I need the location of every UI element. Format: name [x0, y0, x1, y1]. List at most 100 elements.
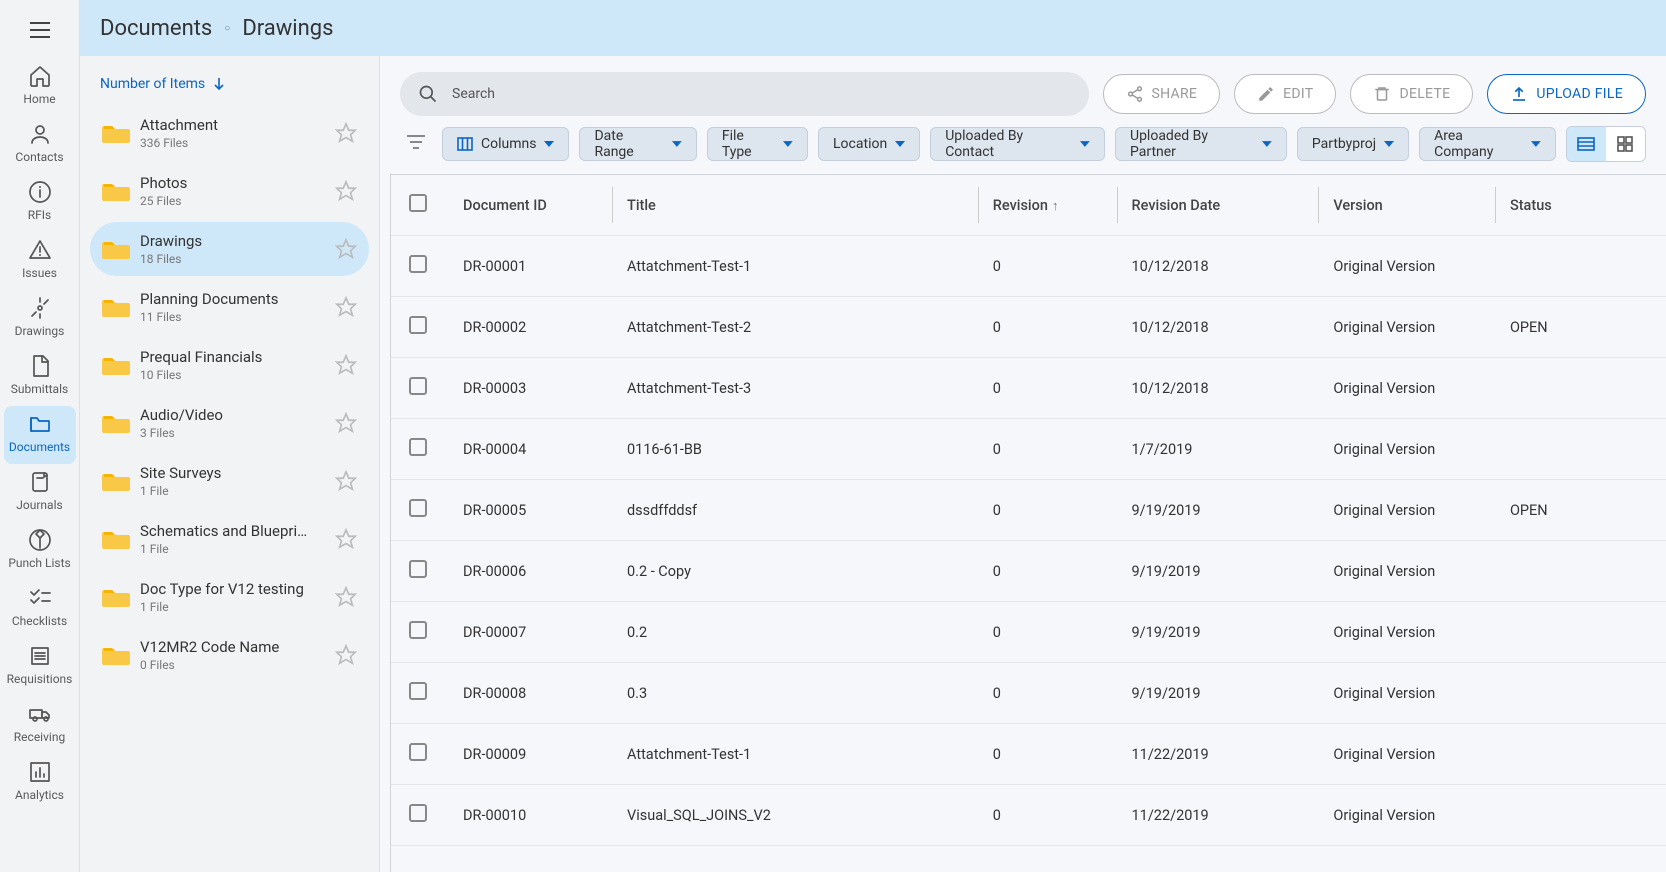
folder-icon — [102, 123, 130, 143]
rail-item-requisitions[interactable]: Requisitions — [4, 638, 76, 696]
star-icon[interactable] — [335, 644, 357, 666]
folder-name: Doc Type for V12 testing — [140, 580, 335, 598]
share-button[interactable]: SHARE — [1103, 74, 1221, 114]
row-checkbox[interactable] — [409, 804, 427, 822]
table-row[interactable]: DR-000070.209/19/2019Original VersionPDF — [391, 602, 1666, 663]
edit-button[interactable]: EDIT — [1234, 74, 1336, 114]
compass-icon — [28, 296, 52, 320]
folder-item[interactable]: Site Surveys1 File — [90, 454, 369, 508]
star-icon[interactable] — [335, 412, 357, 434]
view-list-button[interactable] — [1567, 127, 1606, 161]
cell-docid: DR-00002 — [449, 297, 613, 358]
row-checkbox[interactable] — [409, 621, 427, 639]
filter-chip-partbyproj[interactable]: Partbyproj — [1297, 127, 1409, 161]
filter-chip-uploaded-by-contact[interactable]: Uploaded By Contact — [930, 127, 1105, 161]
select-all-checkbox[interactable] — [409, 194, 427, 212]
folder-item[interactable]: Planning Documents11 Files — [90, 280, 369, 334]
col-status[interactable]: Status — [1496, 175, 1666, 236]
cell-version: Original Version — [1319, 236, 1496, 297]
table-row[interactable]: DR-00009Attatchment-Test-1011/22/2019Ori… — [391, 724, 1666, 785]
rail-item-checklists[interactable]: Checklists — [4, 580, 76, 638]
rail-item-rfis[interactable]: RFIs — [4, 174, 76, 232]
delete-button[interactable]: DELETE — [1350, 74, 1473, 114]
row-checkbox[interactable] — [409, 682, 427, 700]
columns-chip[interactable]: Columns — [442, 127, 569, 161]
folder-item[interactable]: V12MR2 Code Name0 Files — [90, 628, 369, 682]
col-version[interactable]: Version — [1319, 175, 1496, 236]
col-document-id[interactable]: Document ID — [449, 175, 613, 236]
folder-count: 10 Files — [140, 368, 335, 382]
row-checkbox[interactable] — [409, 499, 427, 517]
folder-item[interactable]: Audio/Video3 Files — [90, 396, 369, 450]
star-icon[interactable] — [335, 180, 357, 202]
star-icon[interactable] — [335, 122, 357, 144]
filter-button[interactable] — [400, 128, 432, 160]
folder-count: 1 File — [140, 484, 335, 498]
filter-chip-file-type[interactable]: File Type — [707, 127, 808, 161]
star-icon[interactable] — [335, 586, 357, 608]
cell-title: 0.3 — [613, 663, 979, 724]
row-checkbox[interactable] — [409, 255, 427, 273]
nav-rail: HomeContactsRFIsIssuesDrawingsSubmittals… — [0, 0, 80, 872]
menu-button[interactable] — [12, 8, 68, 52]
rail-item-home[interactable]: Home — [4, 58, 76, 116]
upload-file-button[interactable]: UPLOAD FILE — [1487, 74, 1646, 114]
star-icon[interactable] — [335, 238, 357, 260]
row-checkbox[interactable] — [409, 438, 427, 456]
rail-item-receiving[interactable]: Receiving — [4, 696, 76, 754]
table-row[interactable]: DR-000060.2 - Copy09/19/2019Original Ver… — [391, 541, 1666, 602]
col-title[interactable]: Title — [613, 175, 979, 236]
cell-revision-date: 10/12/2018 — [1118, 236, 1320, 297]
filter-chip-date-range[interactable]: Date Range — [579, 127, 696, 161]
folder-item[interactable]: Drawings18 Files — [90, 222, 369, 276]
select-all-header[interactable] — [391, 175, 449, 236]
row-checkbox[interactable] — [409, 316, 427, 334]
folder-count: 0 Files — [140, 658, 335, 672]
rail-item-punch-lists[interactable]: Punch Lists — [4, 522, 76, 580]
rail-item-analytics[interactable]: Analytics — [4, 754, 76, 812]
table-row[interactable]: DR-00005dssdffddsf09/19/2019Original Ver… — [391, 480, 1666, 541]
rail-item-issues[interactable]: Issues — [4, 232, 76, 290]
table-row[interactable]: DR-00003Attatchment-Test-3010/12/2018Ori… — [391, 358, 1666, 419]
table-row[interactable]: DR-000040116-61-BB01/7/2019Original Vers… — [391, 419, 1666, 480]
cell-revision: 0 — [979, 297, 1118, 358]
folder-count: 3 Files — [140, 426, 335, 440]
documents-table[interactable]: Document ID Title Revision↑ Revision Dat… — [390, 174, 1666, 872]
table-row[interactable]: DR-00002Attatchment-Test-2010/12/2018Ori… — [391, 297, 1666, 358]
star-icon[interactable] — [335, 528, 357, 550]
cell-version: Original Version — [1319, 480, 1496, 541]
filter-chip-uploaded-by-partner[interactable]: Uploaded By Partner — [1115, 127, 1287, 161]
breadcrumb-separator-icon: ○ — [224, 23, 230, 34]
folder-item[interactable]: Prequal Financials10 Files — [90, 338, 369, 392]
star-icon[interactable] — [335, 470, 357, 492]
table-row[interactable]: DR-00010Visual_SQL_JOINS_V2011/22/2019Or… — [391, 785, 1666, 846]
filter-chip-area-company[interactable]: Area Company — [1419, 127, 1556, 161]
star-icon[interactable] — [335, 354, 357, 376]
folder-count: 1 File — [140, 542, 335, 556]
folder-item[interactable]: Doc Type for V12 testing1 File — [90, 570, 369, 624]
row-checkbox[interactable] — [409, 743, 427, 761]
search-input[interactable]: Search — [400, 72, 1089, 116]
rail-item-contacts[interactable]: Contacts — [4, 116, 76, 174]
table-row[interactable]: DR-00001Attatchment-Test-1010/12/2018Ori… — [391, 236, 1666, 297]
star-icon[interactable] — [335, 296, 357, 318]
rail-item-drawings[interactable]: Drawings — [4, 290, 76, 348]
folder-item[interactable]: Photos25 Files — [90, 164, 369, 218]
search-icon — [418, 84, 438, 104]
breadcrumb-root[interactable]: Documents — [100, 16, 212, 41]
filter-chip-location[interactable]: Location — [818, 127, 920, 161]
info-icon — [28, 180, 52, 204]
col-revision[interactable]: Revision↑ — [979, 175, 1118, 236]
folder-sort[interactable]: Number of Items — [86, 66, 373, 102]
rail-item-journals[interactable]: Journals — [4, 464, 76, 522]
folder-item[interactable]: Schematics and Bluepri…1 File — [90, 512, 369, 566]
row-checkbox[interactable] — [409, 377, 427, 395]
row-checkbox[interactable] — [409, 560, 427, 578]
view-grid-button[interactable] — [1606, 127, 1645, 161]
cell-title: Visual_SQL_JOINS_V2 — [613, 785, 979, 846]
folder-item[interactable]: Attachment336 Files — [90, 106, 369, 160]
table-row[interactable]: DR-000080.309/19/2019Original VersionPDF — [391, 663, 1666, 724]
rail-item-documents[interactable]: Documents — [4, 406, 76, 464]
col-revision-date[interactable]: Revision Date — [1118, 175, 1320, 236]
rail-item-submittals[interactable]: Submittals — [4, 348, 76, 406]
